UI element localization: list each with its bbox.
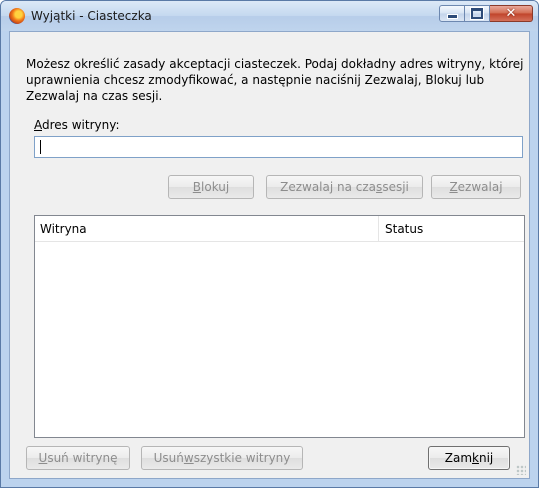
- dialog-body: Możesz określić zasady akceptacji ciaste…: [9, 31, 530, 479]
- cookie-exceptions-window: Wyjątki - Ciasteczka ✕ Możesz określić z…: [0, 0, 539, 488]
- column-separator[interactable]: [378, 216, 379, 241]
- remove-all-sites-button[interactable]: Usuń w szystkie witryny: [141, 446, 303, 470]
- block-button[interactable]: Blokuj: [168, 175, 254, 199]
- allow-button[interactable]: Zezwalaj: [431, 175, 521, 199]
- list-header: Witryna Status: [35, 216, 524, 242]
- address-label-accesskey: A: [34, 118, 42, 132]
- firefox-icon: [9, 8, 25, 24]
- minimize-icon: [446, 14, 458, 19]
- close-icon: ✕: [505, 6, 517, 21]
- maximize-button[interactable]: [465, 5, 490, 22]
- close-button[interactable]: Zam k nij: [428, 446, 510, 470]
- maximize-icon: [471, 8, 483, 19]
- address-label: Adres witryny:: [34, 118, 120, 132]
- close-window-button[interactable]: ✕: [490, 5, 533, 22]
- address-label-rest: dres witryny:: [42, 118, 120, 132]
- caption-buttons: ✕: [439, 5, 533, 24]
- minimize-button[interactable]: [439, 5, 465, 22]
- sites-list[interactable]: Witryna Status: [34, 215, 525, 438]
- remove-site-button[interactable]: Usuń witrynę: [26, 446, 130, 470]
- intro-text: Możesz określić zasady akceptacji ciaste…: [26, 57, 524, 103]
- window-title: Wyjątki - Ciasteczka: [31, 9, 152, 23]
- allow-session-button[interactable]: Zezwalaj na cza s sesji: [266, 175, 423, 199]
- text-caret: [40, 140, 41, 154]
- column-status[interactable]: Status: [385, 222, 423, 236]
- address-input[interactable]: [34, 136, 523, 158]
- resize-grip-icon[interactable]: [516, 465, 526, 475]
- title-bar[interactable]: Wyjątki - Ciasteczka ✕: [1, 1, 538, 31]
- column-site[interactable]: Witryna: [40, 222, 87, 236]
